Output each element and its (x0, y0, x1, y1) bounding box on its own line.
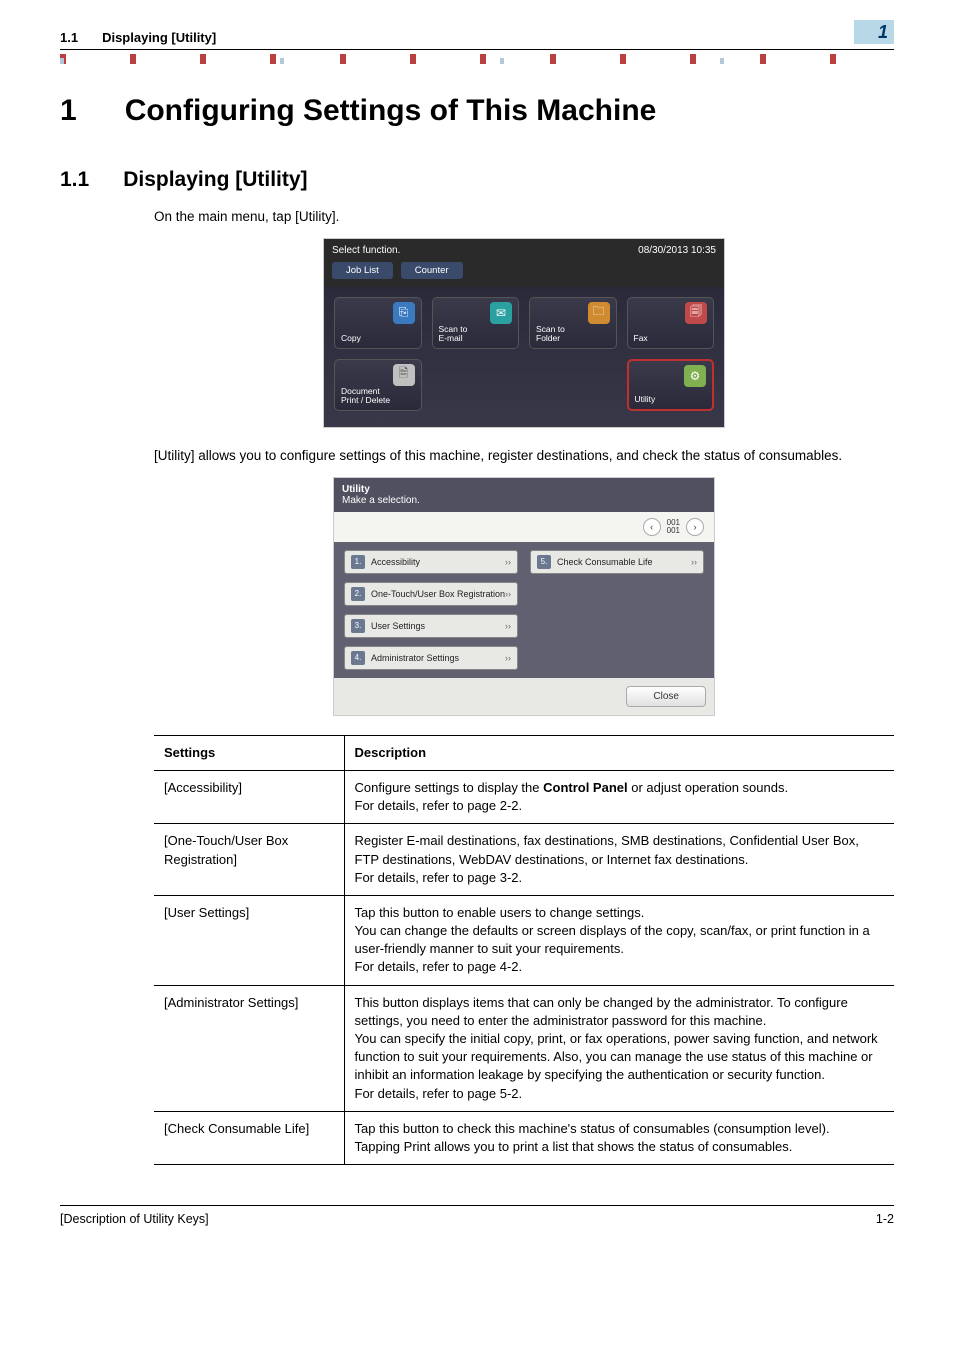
utility-screenshot: Utility Make a selection. ‹ 001 001 › 1.… (334, 478, 714, 715)
section-heading: 1.1 Displaying [Utility] (60, 168, 894, 192)
table-cell-description: Tap this button to check this machine's … (344, 1111, 894, 1164)
chapter-heading: 1 Configuring Settings of This Machine (60, 94, 894, 128)
tab-job-list[interactable]: Job List (332, 262, 393, 279)
pager-next-icon[interactable]: › (686, 518, 704, 536)
page-footer: [Description of Utility Keys] 1-2 (60, 1205, 894, 1226)
main-menu-datetime: 08/30/2013 10:35 (638, 245, 716, 256)
utility-item-administrator-settings[interactable]: 4. Administrator Settings ›› (344, 646, 518, 670)
utility-item-label: User Settings (371, 621, 425, 631)
header-section-title: Displaying [Utility] (102, 30, 216, 45)
table-row: [Check Consumable Life]Tap this button t… (154, 1111, 894, 1164)
main-menu-button-scan-to-folder[interactable]: 🗀Scan to Folder (529, 297, 617, 349)
table-cell-description: Tap this button to enable users to chang… (344, 895, 894, 985)
utility-item-accessibility[interactable]: 1. Accessibility ›› (344, 550, 518, 574)
main-menu-prompt: Select function. (332, 245, 400, 256)
table-row: [User Settings]Tap this button to enable… (154, 895, 894, 985)
utility-item-number: 4. (351, 651, 365, 665)
main-menu-button-label: Scan to E-mail (439, 325, 513, 343)
utility-item-label: Check Consumable Life (557, 557, 653, 567)
section-title: Displaying [Utility] (123, 168, 307, 192)
running-header: 1.1 Displaying [Utility] (60, 30, 894, 50)
table-row: [Accessibility]Configure settings to dis… (154, 770, 894, 823)
intro-paragraph-1: On the main menu, tap [Utility]. (154, 208, 894, 227)
main-menu-button-scan-to-e-mail[interactable]: ✉Scan to E-mail (432, 297, 520, 349)
header-section-num: 1.1 (60, 30, 78, 45)
utility-item-number: 2. (351, 587, 365, 601)
utility-item-label: Accessibility (371, 557, 420, 567)
table-head-settings: Settings (154, 735, 344, 770)
decorative-ticks-light (60, 58, 894, 64)
gear-icon: ⚙ (684, 365, 706, 387)
main-menu-button-utility[interactable]: ⚙ Utility (627, 359, 715, 411)
main-menu-button-label: Fax (634, 334, 708, 343)
doc-icon: 🗎 (393, 364, 415, 386)
table-cell-setting: [Check Consumable Life] (154, 1111, 344, 1164)
utility-subtitle: Make a selection. (342, 495, 706, 506)
chapter-number: 1 (60, 94, 77, 128)
chevron-right-icon: ›› (505, 589, 511, 599)
utility-item-number: 5. (537, 555, 551, 569)
main-menu-button-label: Scan to Folder (536, 325, 610, 343)
chevron-right-icon: ›› (505, 653, 511, 663)
utility-item-one-touch-user-box-registration[interactable]: 2. One-Touch/User Box Registration›› (344, 582, 518, 606)
utility-item-check-consumable-life[interactable]: 5. Check Consumable Life ›› (530, 550, 704, 574)
utility-item-label: Administrator Settings (371, 653, 459, 663)
tab-counter[interactable]: Counter (401, 262, 463, 279)
table-row: [Administrator Settings]This button disp… (154, 985, 894, 1111)
chapter-title: Configuring Settings of This Machine (125, 94, 657, 128)
settings-table: Settings Description [Accessibility]Conf… (154, 735, 894, 1165)
table-cell-description: Configure settings to display the Contro… (344, 770, 894, 823)
footer-left: [Description of Utility Keys] (60, 1212, 209, 1226)
section-number: 1.1 (60, 168, 89, 192)
main-menu-button-label: Document Print / Delete (341, 387, 415, 405)
footer-right: 1-2 (876, 1212, 894, 1226)
table-cell-description: Register E-mail destinations, fax destin… (344, 824, 894, 896)
main-menu-button-label: Copy (341, 334, 415, 343)
utility-item-label: One-Touch/User Box Registration (371, 589, 505, 599)
table-cell-setting: [One-Touch/User Box Registration] (154, 824, 344, 896)
table-cell-description: This button displays items that can only… (344, 985, 894, 1111)
table-row: [One-Touch/User Box Registration]Registe… (154, 824, 894, 896)
main-menu-button-copy[interactable]: ⎘ Copy (334, 297, 422, 349)
email-icon: ✉ (490, 302, 512, 324)
chevron-right-icon: ›› (505, 621, 511, 631)
main-menu-button-label: Utility (635, 395, 707, 404)
table-head-description: Description (344, 735, 894, 770)
main-menu-button-document-print-delete[interactable]: 🗎Document Print / Delete (334, 359, 422, 411)
utility-item-number: 1. (351, 555, 365, 569)
utility-item-user-settings[interactable]: 3. User Settings ›› (344, 614, 518, 638)
folder-icon: 🗀 (588, 302, 610, 324)
main-menu-screenshot: Select function. 08/30/2013 10:35 Job Li… (324, 239, 724, 427)
table-cell-setting: [Accessibility] (154, 770, 344, 823)
main-menu-button-fax[interactable]: 🗐 Fax (627, 297, 715, 349)
close-button[interactable]: Close (626, 686, 706, 707)
pager-prev-icon[interactable]: ‹ (643, 518, 661, 536)
utility-title: Utility (342, 484, 706, 495)
table-cell-setting: [Administrator Settings] (154, 985, 344, 1111)
utility-item-number: 3. (351, 619, 365, 633)
intro-paragraph-2: [Utility] allows you to configure settin… (154, 447, 894, 466)
copy-icon: ⎘ (393, 302, 415, 324)
chevron-right-icon: ›› (505, 557, 511, 567)
pager-page: 001 001 (667, 519, 680, 535)
bold-term: Control Panel (543, 780, 628, 795)
fax-icon: 🗐 (685, 302, 707, 324)
chapter-badge: 1 (854, 20, 894, 44)
table-cell-setting: [User Settings] (154, 895, 344, 985)
chevron-right-icon: ›› (691, 557, 697, 567)
